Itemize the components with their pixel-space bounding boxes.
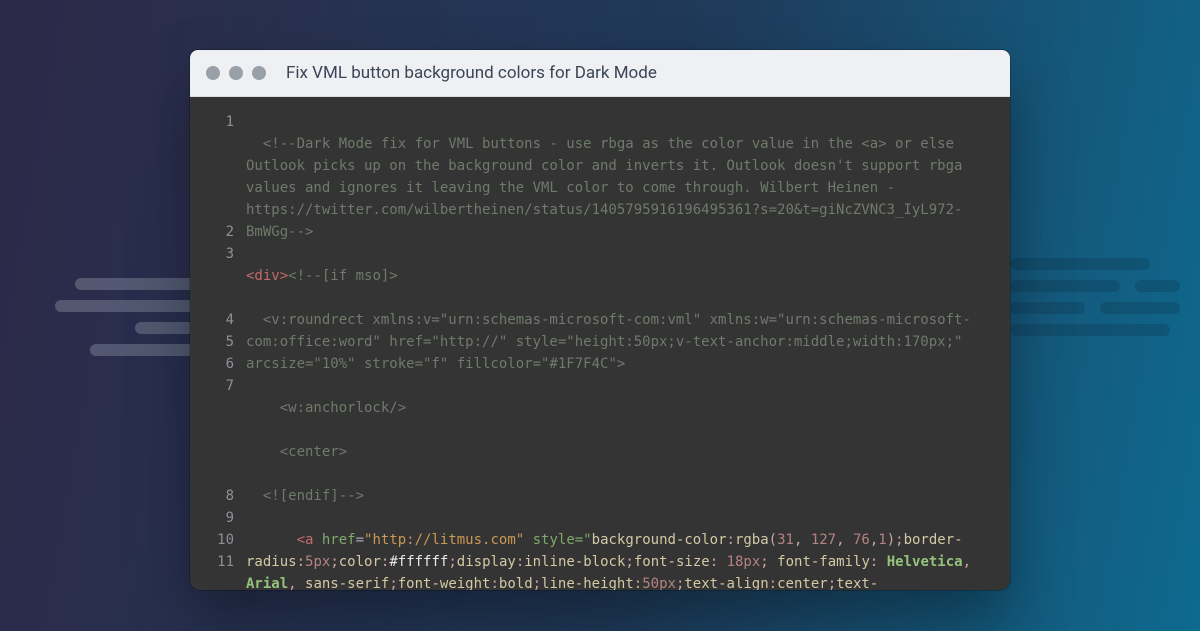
line-gutter: 1 2 3 4 5 6 7 8 9 10 11 xyxy=(190,111,246,573)
window-titlebar: Fix VML button background colors for Dar… xyxy=(190,50,1010,97)
minimize-icon[interactable] xyxy=(229,66,243,80)
window-title: Fix VML button background colors for Dar… xyxy=(286,63,657,83)
code-editor[interactable]: 1 2 3 4 5 6 7 8 9 10 11 <!--Dark Mode fi… xyxy=(190,97,1010,590)
code-comment: <!--Dark Mode fix for VML buttons - use … xyxy=(246,136,971,240)
code-area[interactable]: <!--Dark Mode fix for VML buttons - use … xyxy=(246,111,996,573)
close-icon[interactable] xyxy=(206,66,220,80)
traffic-lights xyxy=(206,66,266,80)
code-window: Fix VML button background colors for Dar… xyxy=(190,50,1010,590)
zoom-icon[interactable] xyxy=(252,66,266,80)
